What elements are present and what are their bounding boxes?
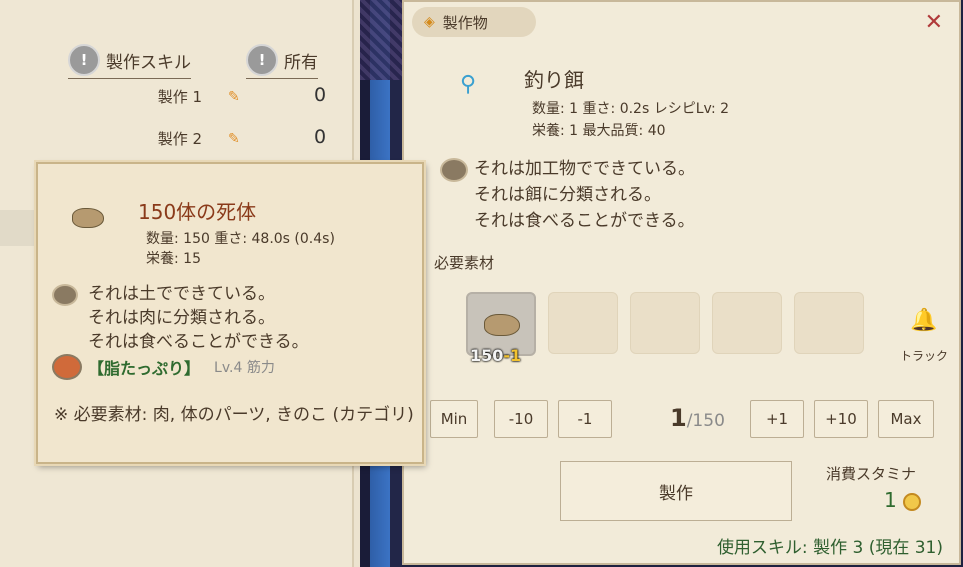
item-name: 釣り餌	[524, 68, 584, 92]
tooltip-stats: 数量: 150 重さ: 48.0s (0.4s)	[146, 231, 335, 247]
corpse-icon	[484, 314, 520, 336]
material-slot-empty[interactable]	[630, 292, 700, 354]
pencil-icon: ✎	[228, 89, 240, 105]
stamina-label: 消費スタミナ	[826, 465, 917, 483]
material-icon	[52, 284, 78, 306]
craft-icon: ◈	[424, 14, 435, 30]
qty-minus10-button[interactable]: -10	[494, 400, 548, 438]
track-button[interactable]: 🔔 トラック	[884, 308, 963, 364]
fishing-bait-icon: ⚲	[460, 72, 477, 97]
shield-icon: !	[246, 44, 278, 76]
bell-icon: 🔔	[910, 308, 938, 333]
qty-plus1-button[interactable]: +1	[750, 400, 804, 438]
qty-min-button[interactable]: Min	[430, 400, 478, 438]
tooltip-description: それは土でできている。 それは肉に分類される。 それは食べることができる。	[52, 282, 309, 354]
material-icon	[440, 158, 468, 182]
qty-plus10-button[interactable]: +10	[814, 400, 868, 438]
qty-minus1-button[interactable]: -1	[558, 400, 612, 438]
skill-column-header[interactable]: ! 製作スキル	[68, 44, 191, 79]
skill-row[interactable]: 製作 1 ✎ 0	[0, 76, 352, 118]
item-description: それは加工物でできている。 それは餌に分類される。 それは食べることができる。	[440, 156, 695, 234]
tooltip-stats-2: 栄養: 15	[146, 251, 201, 267]
material-slot-empty[interactable]	[794, 292, 864, 354]
tooltip-note: ※ 必要素材: 肉, 体のパーツ, きのこ (カテゴリ)	[54, 405, 414, 425]
material-slot-empty[interactable]	[548, 292, 618, 354]
corpse-icon	[72, 208, 104, 228]
required-materials-label: 必要素材	[434, 254, 495, 272]
tooltip-item-name: 150体の死体	[138, 200, 257, 224]
pencil-icon: ✎	[228, 131, 240, 147]
qty-max-button[interactable]: Max	[878, 400, 934, 438]
owned-column-header[interactable]: ! 所有	[246, 44, 318, 79]
close-icon[interactable]: ✕	[925, 10, 943, 35]
shield-icon: !	[68, 44, 100, 76]
skill-used-text: 使用スキル: 製作 3 (現在 31)	[716, 538, 943, 558]
craft-panel-title: ◈ 製作物	[412, 7, 536, 37]
stamina-value: 1	[884, 488, 921, 512]
craft-panel: ◈ 製作物 ✕ ⚲ 釣り餌 数量: 1 重さ: 0.2s レシピLv: 2 栄養…	[402, 0, 961, 565]
quantity-display: 1/150	[670, 404, 725, 432]
item-stats-2: 栄養: 1 最大品質: 40	[532, 123, 666, 139]
slot-quantity: 150-1	[470, 346, 522, 365]
trait-line: 【脂たっぷり】 Lv.4 筋力	[52, 354, 275, 380]
coin-icon	[902, 492, 921, 511]
craft-button[interactable]: 製作	[560, 461, 792, 521]
item-stats: 数量: 1 重さ: 0.2s レシピLv: 2	[532, 101, 730, 117]
skill-row[interactable]: 製作 2 ✎ 0	[0, 118, 352, 160]
material-slot-empty[interactable]	[712, 292, 782, 354]
item-tooltip: 150体の死体 数量: 150 重さ: 48.0s (0.4s) 栄養: 15 …	[36, 162, 424, 464]
meat-icon	[52, 354, 82, 380]
